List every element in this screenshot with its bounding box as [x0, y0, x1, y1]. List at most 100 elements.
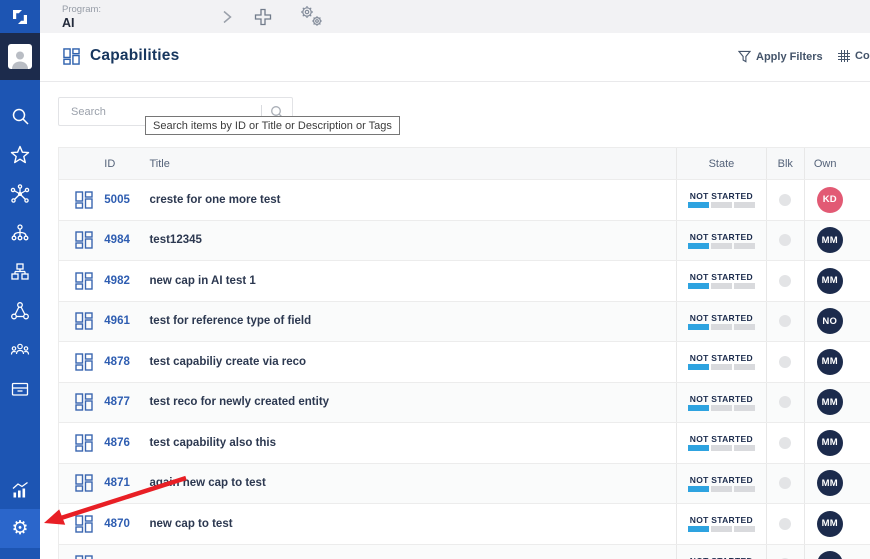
blocked-indicator[interactable] [779, 234, 791, 246]
blocked-indicator[interactable] [779, 194, 791, 206]
triangle-nodes-icon [10, 301, 30, 321]
table-row[interactable]: 4984 test12345 NOT STARTED MM [59, 220, 870, 261]
blocked-indicator[interactable] [779, 315, 791, 327]
sidebar-item-people[interactable] [0, 330, 40, 369]
blocked-indicator[interactable] [779, 477, 791, 489]
people-group-icon [10, 340, 30, 360]
col-header-id[interactable]: ID [99, 148, 140, 179]
row-id-link[interactable]: 4871 [104, 477, 130, 489]
col-header-title[interactable]: Title [140, 148, 676, 179]
row-title: new cap to test [149, 518, 232, 530]
table-row[interactable]: NOT STARTED [59, 544, 870, 559]
owner-avatar[interactable]: MM [817, 227, 843, 253]
owner-avatar[interactable]: MM [817, 470, 843, 496]
state-badge: NOT STARTED [688, 394, 755, 411]
owner-avatar[interactable]: MM [817, 511, 843, 537]
row-title: test capabiliy create via reco [149, 356, 306, 368]
progress-bar [688, 202, 755, 208]
owner-avatar[interactable] [817, 551, 843, 559]
owner-avatar[interactable]: NO [817, 308, 843, 334]
sidebar-item-search[interactable] [0, 96, 40, 135]
sidebar-item-reports[interactable] [0, 470, 40, 509]
row-title: test for reference type of field [149, 315, 311, 327]
row-title: again new cap to test [149, 477, 265, 489]
sidebar: ⚙ [0, 0, 40, 559]
table-row[interactable]: 5005 creste for one more test NOT STARTE… [59, 179, 870, 220]
sidebar-item-relations[interactable] [0, 291, 40, 330]
sidebar-item-favorites[interactable] [0, 135, 40, 174]
table-row[interactable]: 4878 test capabiliy create via reco NOT … [59, 341, 870, 382]
sidebar-item-network[interactable] [0, 174, 40, 213]
state-badge: NOT STARTED [688, 232, 755, 249]
columns-button[interactable]: Colu [838, 50, 870, 62]
progress-bar [688, 526, 755, 532]
table-row[interactable]: 4961 test for reference type of field NO… [59, 301, 870, 342]
box-tray-icon [10, 379, 30, 399]
table-row[interactable]: 4876 test capability also this NOT START… [59, 422, 870, 463]
progress-bar [688, 445, 755, 451]
app-logo[interactable] [0, 0, 40, 33]
row-id-link[interactable]: 4870 [104, 518, 130, 530]
row-id-link[interactable]: 4877 [104, 396, 130, 408]
row-id-link[interactable]: 4878 [104, 356, 130, 368]
user-avatar[interactable] [0, 33, 40, 80]
page-title: Capabilities [90, 47, 179, 65]
capability-grid-icon [75, 312, 93, 330]
progress-bar [688, 486, 755, 492]
state-badge: NOT STARTED [688, 515, 755, 532]
col-header-owner[interactable]: Own [804, 148, 870, 179]
capabilities-grid-icon [63, 48, 80, 65]
table-row[interactable]: 4871 again new cap to test NOT STARTED M… [59, 463, 870, 504]
org-boxes-icon [10, 262, 30, 282]
table-row[interactable]: 4870 new cap to test NOT STARTED MM [59, 503, 870, 544]
gear-icon: ⚙ [11, 519, 28, 538]
state-badge: NOT STARTED [688, 272, 755, 289]
row-id-link[interactable]: 4961 [104, 315, 130, 327]
owner-avatar[interactable]: MM [817, 389, 843, 415]
avatar-placeholder-icon [8, 44, 32, 69]
progress-bar [688, 324, 755, 330]
state-badge: NOT STARTED [688, 475, 755, 492]
state-label: NOT STARTED [690, 353, 753, 363]
blocked-indicator[interactable] [779, 518, 791, 530]
state-label: NOT STARTED [690, 313, 753, 323]
sidebar-item-hierarchy[interactable] [0, 213, 40, 252]
state-badge: NOT STARTED [688, 191, 755, 208]
blocked-indicator[interactable] [779, 437, 791, 449]
breadcrumb-chevron [220, 0, 234, 33]
double-gear-icon [294, 3, 328, 31]
state-label: NOT STARTED [690, 434, 753, 444]
plus-icon [254, 8, 272, 26]
sidebar-item-organization[interactable] [0, 252, 40, 291]
row-id-link[interactable]: 4876 [104, 437, 130, 449]
program-value: AI [62, 16, 75, 30]
owner-avatar[interactable]: MM [817, 430, 843, 456]
progress-bar [688, 283, 755, 289]
owner-avatar[interactable]: MM [817, 349, 843, 375]
progress-bar [688, 243, 755, 249]
owner-avatar[interactable]: MM [817, 268, 843, 294]
col-header-state[interactable]: State [676, 148, 766, 179]
col-header-blk[interactable]: Blk [766, 148, 804, 179]
owner-avatar[interactable]: KD [817, 187, 843, 213]
blocked-indicator[interactable] [779, 396, 791, 408]
table-row[interactable]: 4877 test reco for newly created entity … [59, 382, 870, 423]
add-button[interactable] [254, 0, 272, 33]
hierarchy-tree-icon [10, 223, 30, 243]
sidebar-item-settings[interactable]: ⚙ [0, 509, 40, 548]
row-id-link[interactable]: 5005 [104, 194, 130, 206]
row-id-link[interactable]: 4984 [104, 234, 130, 246]
network-hub-icon [10, 184, 30, 204]
apply-filters-button[interactable]: Apply Filters [738, 50, 823, 63]
bar-chart-icon [10, 480, 30, 500]
state-badge: NOT STARTED [688, 434, 755, 451]
capability-grid-icon [75, 434, 93, 452]
state-label: NOT STARTED [690, 515, 753, 525]
blocked-indicator[interactable] [779, 356, 791, 368]
row-id-link[interactable]: 4982 [104, 275, 130, 287]
table-row[interactable]: 4982 new cap in AI test 1 NOT STARTED MM [59, 260, 870, 301]
settings-gears-button[interactable] [294, 0, 328, 33]
blocked-indicator[interactable] [779, 275, 791, 287]
capability-grid-icon [75, 474, 93, 492]
sidebar-item-backlog[interactable] [0, 369, 40, 408]
